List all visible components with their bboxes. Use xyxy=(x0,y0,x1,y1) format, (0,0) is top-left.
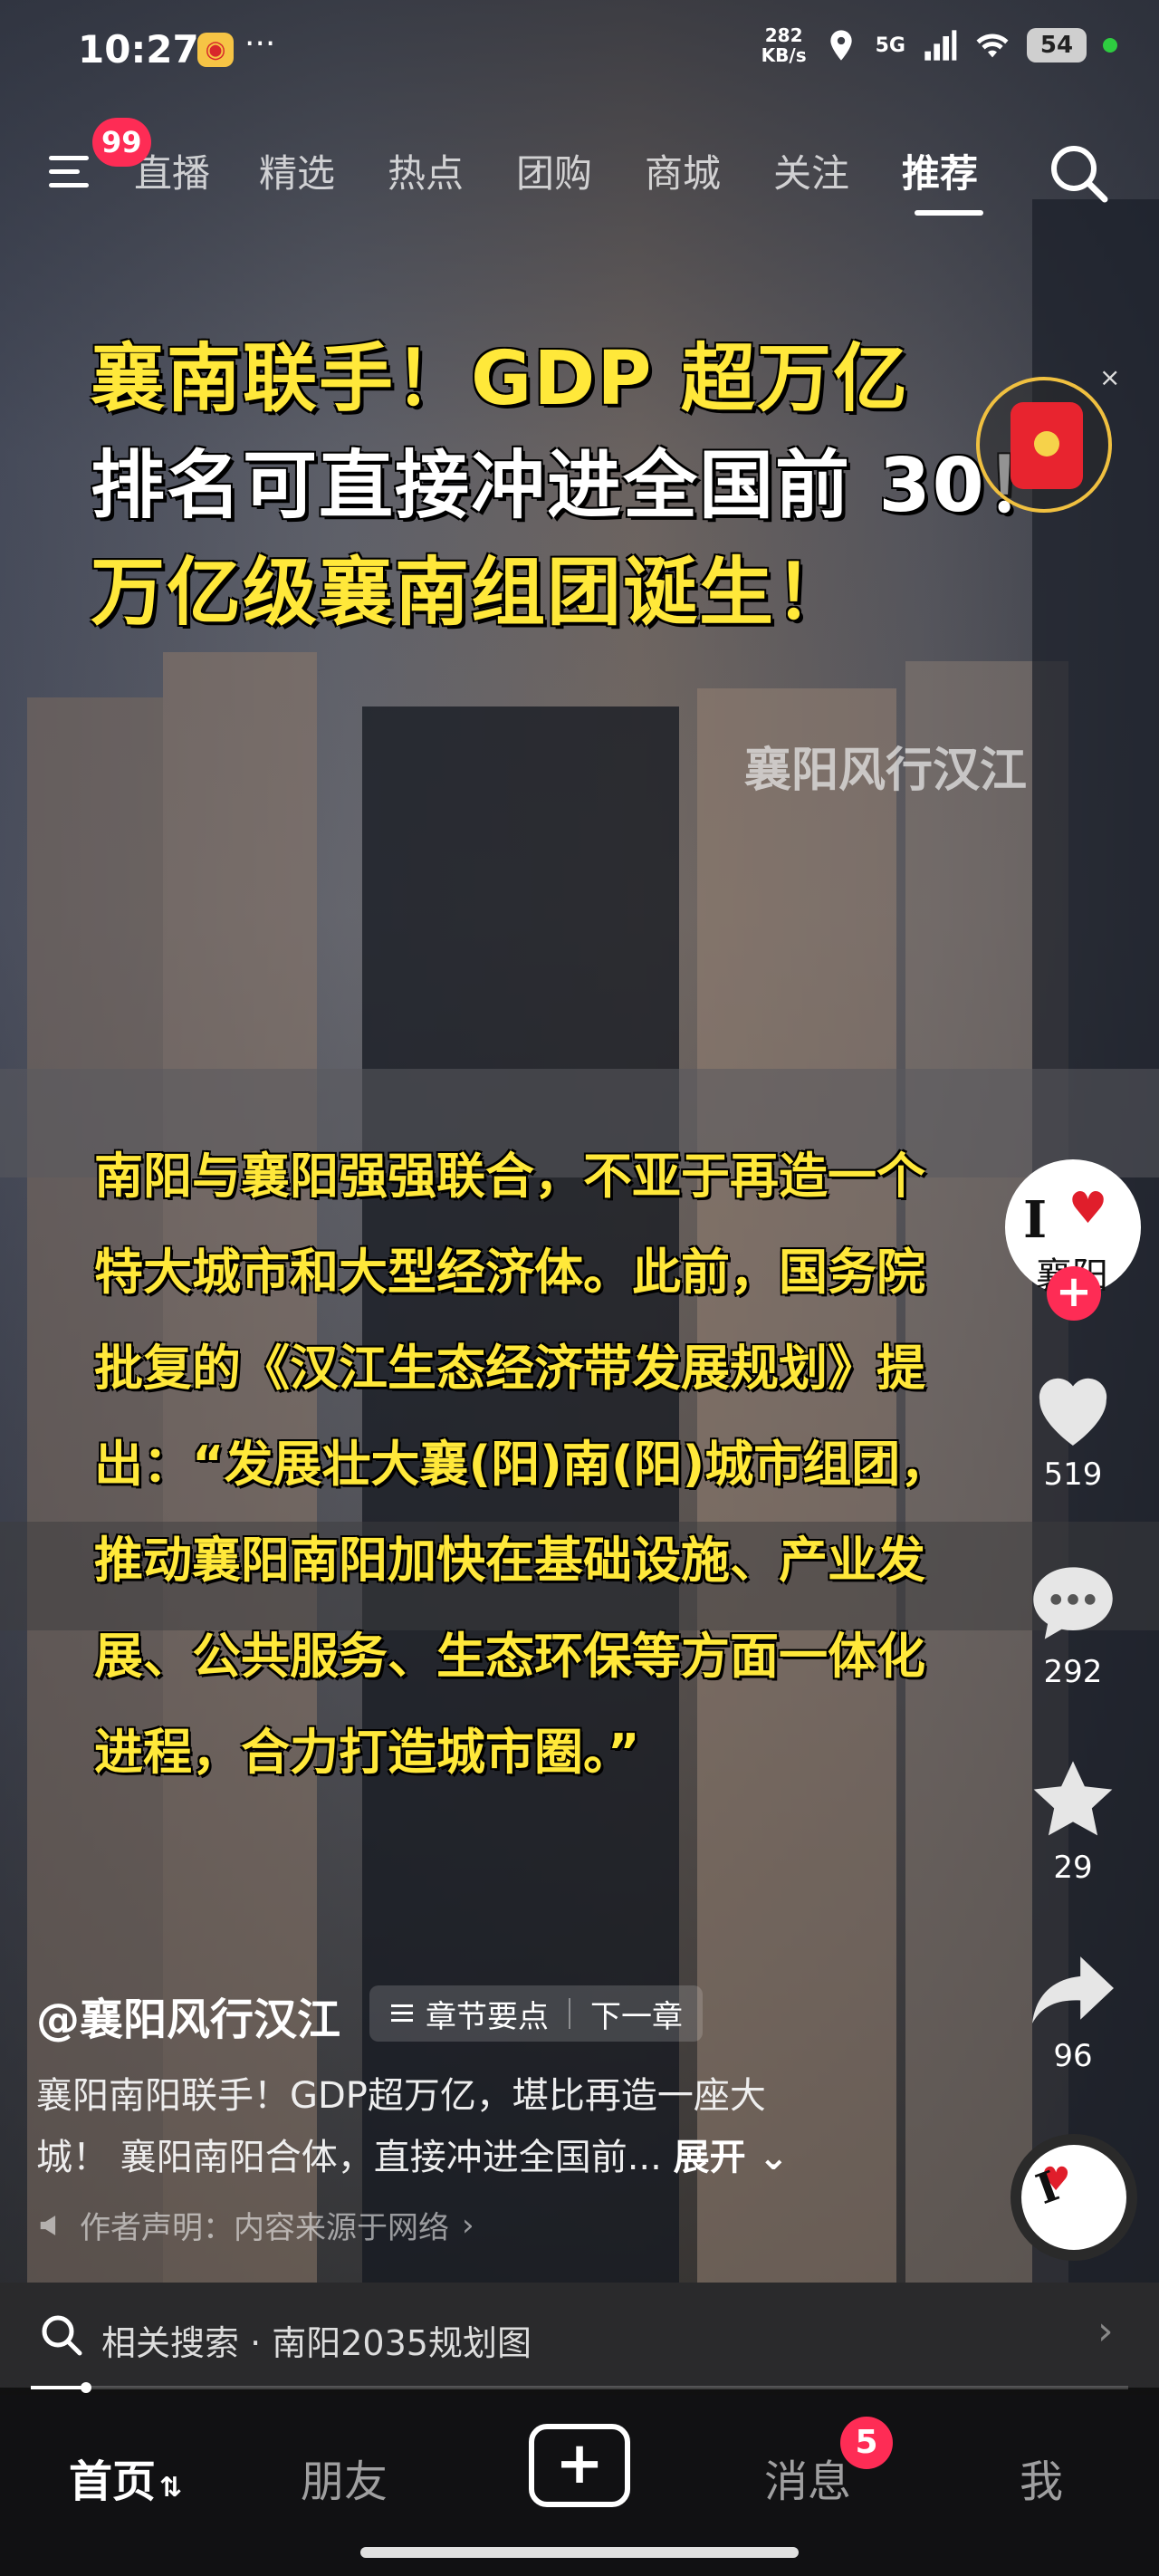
menu-icon[interactable] xyxy=(45,145,100,199)
tab-mall[interactable]: 商城 xyxy=(645,143,721,198)
video-watermark: 襄阳风行汉江 xyxy=(744,744,1028,798)
share-count: 96 xyxy=(1053,2038,1093,2074)
active-tab-indicator xyxy=(915,210,983,216)
declaration-text: 作者声明：内容来源于网络 xyxy=(80,2210,449,2246)
tab-friends[interactable]: 朋友 xyxy=(301,2446,388,2509)
tab-messages[interactable]: 消息 xyxy=(764,2446,851,2509)
progress-fill xyxy=(31,2386,86,2389)
net-speed-unit: KB/s xyxy=(761,44,807,66)
follow-button[interactable]: + xyxy=(1047,1266,1101,1321)
tab-featured[interactable]: 精选 xyxy=(259,143,335,198)
tab-following[interactable]: 关注 xyxy=(773,143,849,198)
related-search-bar[interactable]: 相关搜索 · 南阳2035规划图 › xyxy=(0,2283,1159,2388)
search-icon[interactable] xyxy=(1043,138,1116,210)
location-icon xyxy=(829,30,852,61)
video-headline: 襄南联手！GDP 超万亿 排名可直接冲进全国前 30！ 万亿级襄南组团诞生！ xyxy=(91,326,1062,647)
comment-count: 292 xyxy=(1043,1654,1103,1690)
star-icon xyxy=(1033,1761,1113,1836)
chevron-right-icon: › xyxy=(462,2206,474,2244)
tab-home[interactable]: 首页 ⇅ xyxy=(69,2446,182,2509)
like-heart-icon xyxy=(1039,1378,1107,1446)
chapter-highlights-button[interactable]: 章节要点 xyxy=(369,1992,569,2036)
tab-group-buy[interactable]: 团购 xyxy=(516,143,592,198)
home-indicator xyxy=(360,2547,799,2558)
status-bar: 10:27 ◉ ··· 282 KB/s 5G 54 xyxy=(0,0,1159,100)
expand-button[interactable]: 展开 ⌄ xyxy=(674,2137,789,2178)
related-search-label: 相关搜索 · 南阳2035规划图 xyxy=(101,2323,532,2363)
menu-notification-badge: 99 xyxy=(92,118,151,167)
wifi-icon xyxy=(976,34,1009,58)
next-chapter-label: 下一章 xyxy=(590,1998,683,2035)
share-icon xyxy=(1032,1956,1114,2023)
comment-button[interactable]: 292 xyxy=(1023,1560,1123,1690)
net-speed: 282 KB/s xyxy=(761,25,807,65)
share-button[interactable]: 96 xyxy=(1023,1949,1123,2074)
messages-badge: 5 xyxy=(840,2417,893,2469)
body-line: 展、公共服务、生态环保等方面一体化 xyxy=(94,1628,925,1685)
favorite-button[interactable]: 29 xyxy=(1023,1755,1123,1886)
headline-line-2: 排名可直接冲进全国前 30！ xyxy=(91,443,1062,529)
tab-home-label: 首页 xyxy=(69,2456,157,2507)
chevron-right-icon: › xyxy=(1097,2308,1114,2354)
desc-line-2: 城！ 襄阳南阳合体，直接冲进全国前... 展开 ⌄ xyxy=(36,2127,905,2188)
next-chapter-button[interactable]: 下一章 xyxy=(570,1992,703,2036)
body-line: 进程，合力打造城市圈。” xyxy=(94,1724,640,1781)
body-line: 南阳与襄阳强强联合，不亚于再造一个 xyxy=(94,1148,925,1205)
red-envelope-icon xyxy=(1011,402,1083,489)
status-time: 10:27 xyxy=(78,27,199,72)
status-dots: ··· xyxy=(244,25,276,62)
comment-icon xyxy=(1033,1567,1113,1639)
like-button[interactable]: 519 xyxy=(1023,1368,1123,1493)
tab-me[interactable]: 我 xyxy=(1020,2446,1063,2509)
video-body-text: 南阳与襄阳强强联合，不亚于再造一个 特大城市和大型经济体。此前，国务院 批复的《… xyxy=(94,1129,1045,1801)
privacy-indicator-dot xyxy=(1103,38,1117,53)
list-icon xyxy=(391,2004,413,2022)
search-icon xyxy=(42,2315,82,2356)
heart-icon: ♥ xyxy=(1068,1183,1108,1234)
video-description[interactable]: 襄阳南阳联手！GDP超万亿，堪比再造一座大 城！ 襄阳南阳合体，直接冲进全国前.… xyxy=(36,2065,905,2188)
author-name[interactable]: @襄阳风行汉江 xyxy=(36,1984,340,2047)
desc-line: 襄阳南阳联手！GDP超万亿，堪比再造一座大 xyxy=(36,2075,766,2117)
headline-line-1: 襄南联手！GDP 超万亿 xyxy=(91,336,910,422)
net-speed-value: 282 xyxy=(764,24,803,46)
weibo-icon: ◉ xyxy=(197,33,234,67)
top-nav: 直播 精选 热点 团购 商城 关注 推荐 xyxy=(0,127,1159,217)
expand-label: 展开 xyxy=(673,2137,746,2178)
video-progress-bar[interactable] xyxy=(31,2382,1128,2393)
signal-5g-label: 5G xyxy=(875,34,905,57)
battery-indicator: 54 xyxy=(1027,28,1087,62)
red-packet-close-icon[interactable]: × xyxy=(1099,362,1120,392)
body-line: 批复的《汉江生态经济带发展规划》提 xyxy=(94,1340,925,1397)
add-post-button[interactable]: + xyxy=(529,2424,630,2507)
swap-icon: ⇅ xyxy=(159,2472,183,2504)
chapter-chip: 章节要点 下一章 xyxy=(369,1985,703,2042)
megaphone-icon xyxy=(40,2215,56,2235)
red-packet-button[interactable] xyxy=(976,377,1112,513)
progress-knob[interactable] xyxy=(80,2382,91,2393)
body-line: 特大城市和大型经济体。此前，国务院 xyxy=(94,1244,925,1301)
tab-hot[interactable]: 热点 xyxy=(388,143,464,198)
chevron-down-icon: ⌄ xyxy=(745,2137,790,2178)
status-right: 282 KB/s 5G 54 xyxy=(761,25,1117,65)
desc-line: 城！ 襄阳南阳合体，直接冲进全国前... xyxy=(36,2137,662,2178)
music-disc[interactable]: ♥ I xyxy=(1011,2134,1137,2261)
like-count: 519 xyxy=(1043,1456,1103,1493)
author-declaration[interactable]: 作者声明：内容来源于网络 › xyxy=(36,2203,474,2247)
body-line: 出：“发展壮大襄(阳)南(阳)城市组团， xyxy=(94,1436,950,1493)
body-line: 推动襄阳南阳加快在基础设施、产业发 xyxy=(94,1532,925,1589)
chapter-highlights-label: 章节要点 xyxy=(426,1998,549,2035)
cellular-signal-icon xyxy=(924,30,957,61)
tab-recommend[interactable]: 推荐 xyxy=(902,143,978,198)
avatar-letter: I xyxy=(1023,1190,1048,1250)
headline-line-3: 万亿级襄南组团诞生！ xyxy=(91,550,852,636)
favorite-count: 29 xyxy=(1053,1850,1093,1886)
